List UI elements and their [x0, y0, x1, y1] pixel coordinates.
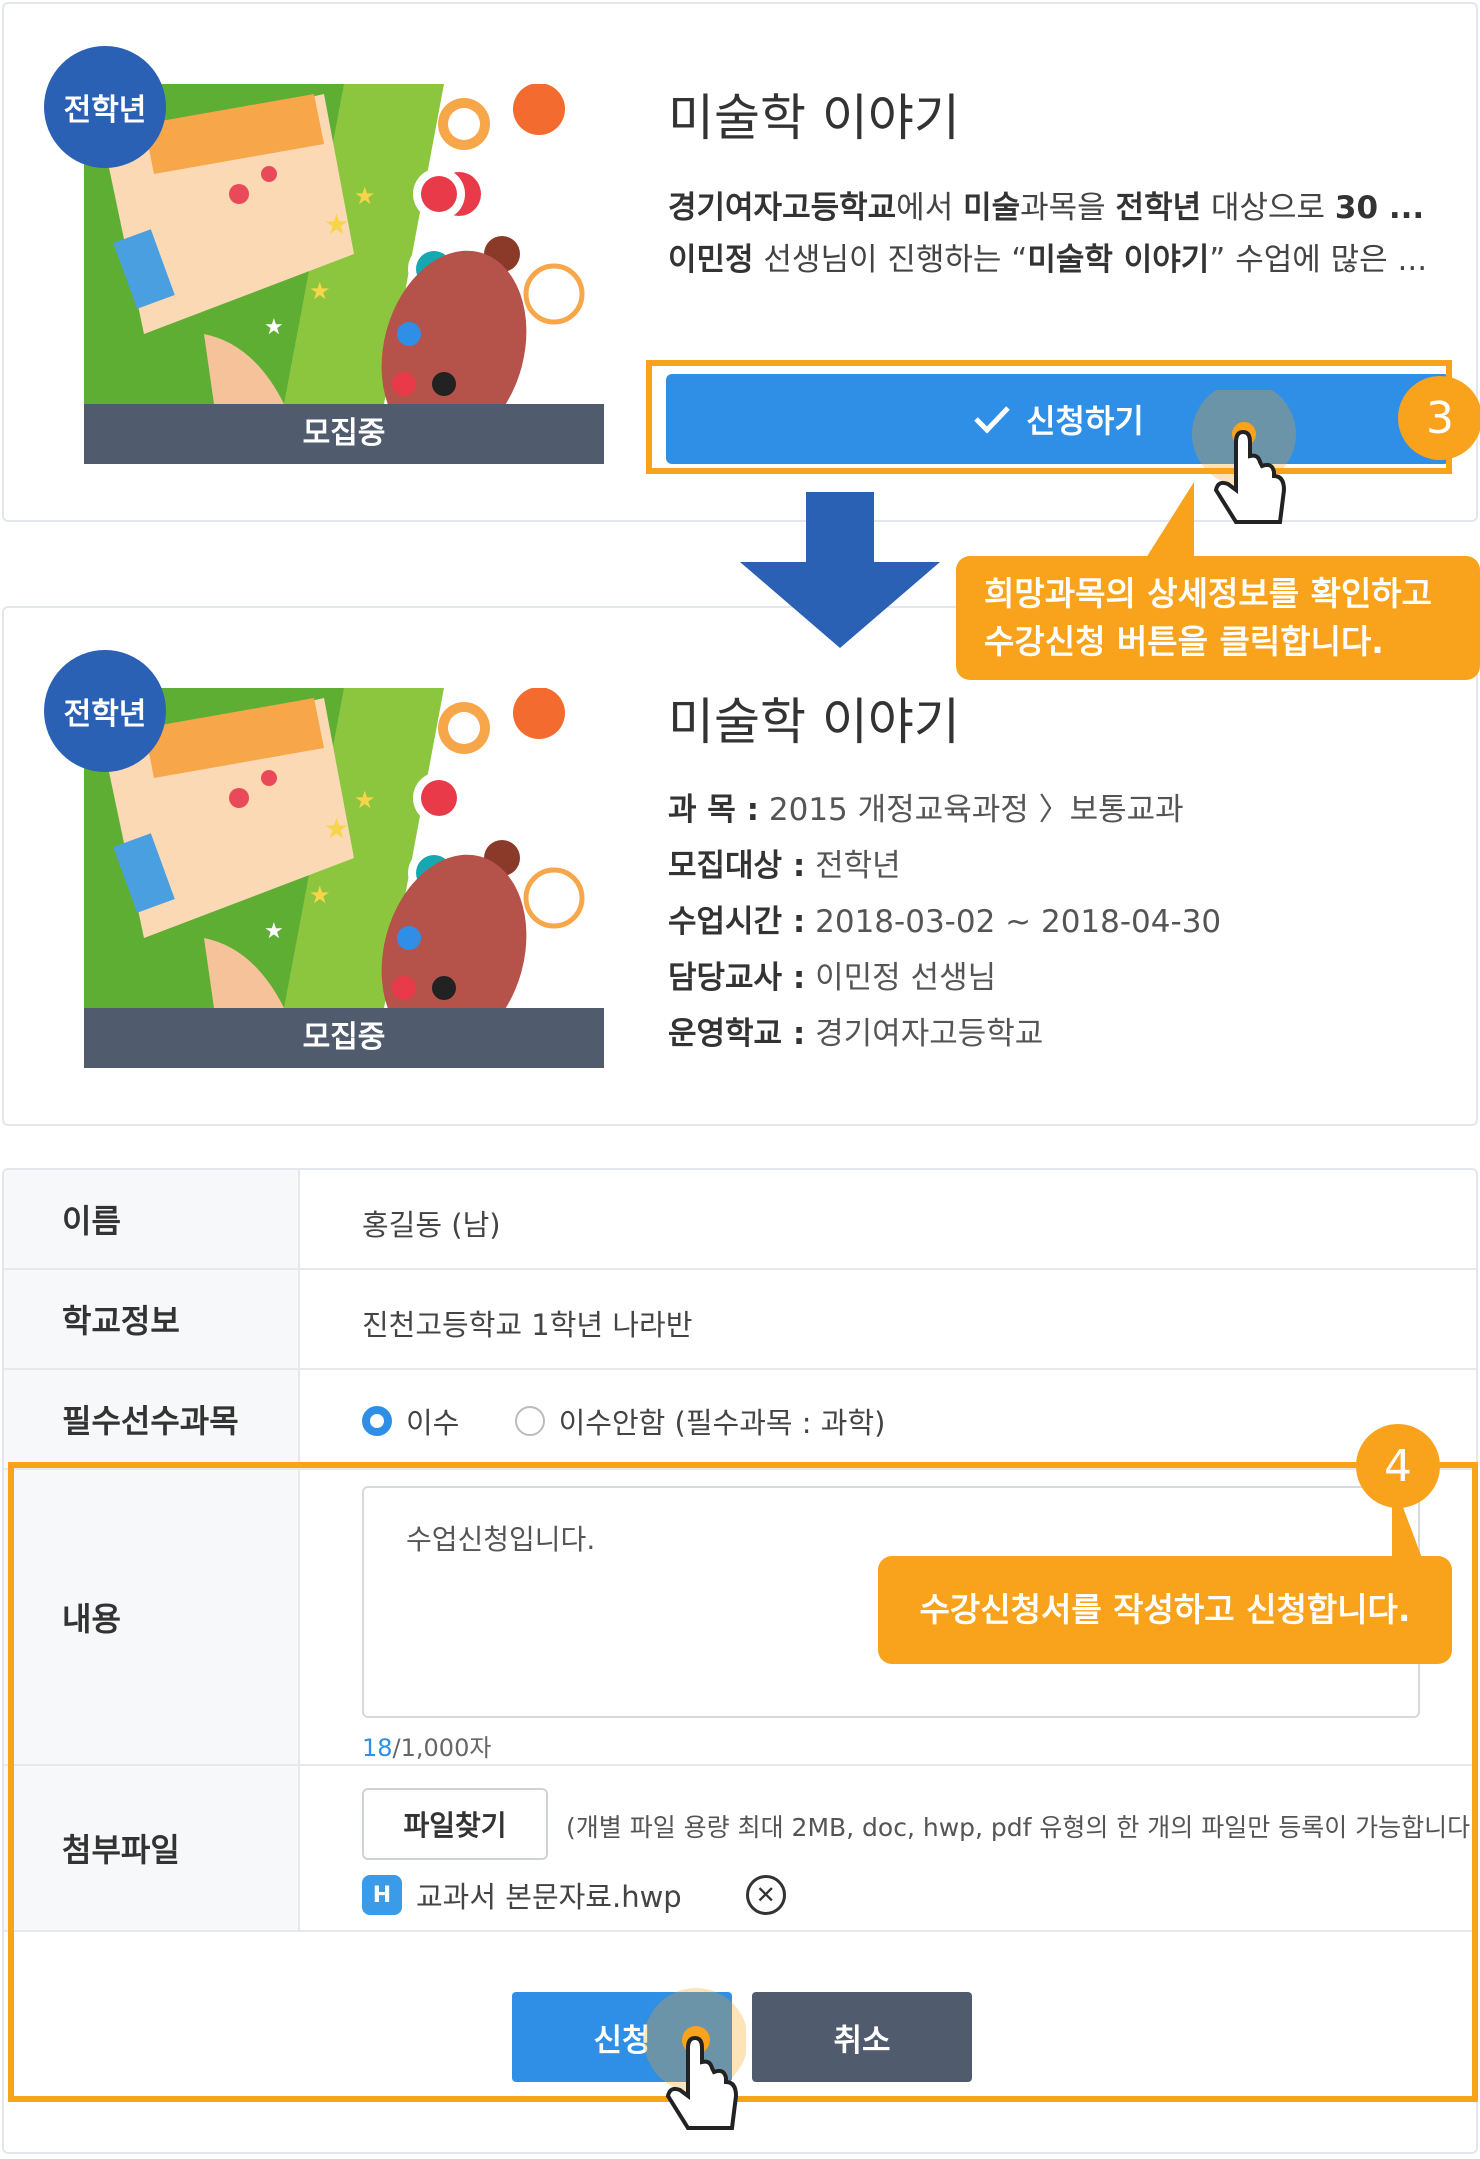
- file-note: (개별 파일 용량 최대 2MB, doc, hwp, pdf 유형의 한 개의…: [566, 1813, 1478, 1842]
- status-label: 모집중: [84, 1008, 604, 1068]
- remove-file-icon[interactable]: ✕: [745, 1875, 786, 1915]
- svg-text:★: ★: [264, 315, 284, 340]
- summary-line-1: 경기여자고등학교에서 미술과목을 전학년 대상으로 30 ...: [668, 190, 1425, 226]
- course-detail-list: 과 목 : 2015 개정교육과정 〉보통교과 모집대상 : 전학년 수업시간 …: [668, 782, 1221, 1062]
- name-label: 이름: [4, 1170, 300, 1268]
- school-label: 학교정보: [4, 1270, 300, 1368]
- prerequisite-label: 필수선수과목: [4, 1370, 300, 1468]
- apply-button[interactable]: 신청하기: [666, 374, 1450, 464]
- detail-row-school: 운영학교 : 경기여자고등학교: [668, 1016, 1044, 1052]
- tooltip-line-1: 희망과목의 상세정보를 확인하고: [984, 574, 1433, 613]
- file-name: 교과서 본문자료.hwp: [416, 1880, 682, 1914]
- hwp-file-icon: H: [362, 1875, 402, 1915]
- form-row-prerequisite: 필수선수과목 이수 이수안함 (필수과목 : 과학): [4, 1370, 1476, 1470]
- svg-text:★: ★: [324, 208, 349, 241]
- course-title[interactable]: 미술학 이야기: [668, 78, 960, 150]
- hand-pointer-icon: [1192, 390, 1296, 524]
- prerequisite-options: 이수 이수안함 (필수과목 : 과학): [362, 1400, 931, 1443]
- radio-completed[interactable]: 이수: [362, 1400, 459, 1442]
- grade-badge: 전학년: [44, 650, 166, 772]
- course-thumbnail[interactable]: ★ ★ ★ ★ 모집중: [84, 84, 604, 464]
- check-icon: [974, 406, 1010, 434]
- course-card-detail: 전학년 ★ ★ ★ ★ 모집중 미술학 이야기 과 목: 2015 개정교육과…: [2, 606, 1478, 1126]
- grade-badge: 전학년: [44, 46, 166, 168]
- cancel-button[interactable]: 취소: [752, 1992, 972, 2082]
- detail-row-subject: 과 목 : 2015 개정교육과정 〉보통교과: [668, 792, 1184, 828]
- detail-row-target: 모집대상 : 전학년: [668, 848, 901, 884]
- char-counter: 18/1,000자: [362, 1734, 492, 1762]
- step-badge-4: 4: [1356, 1424, 1440, 1508]
- hand-pointer-icon: [644, 1988, 746, 2130]
- course-summary: 경기여자고등학교에서 미술과목을 전학년 대상으로 30 ... 이민정 선생님…: [668, 182, 1448, 286]
- radio-checked-icon[interactable]: [362, 1406, 392, 1436]
- form-row-attachment: 첨부파일 파일찾기 (개별 파일 용량 최대 2MB, doc, hwp, pd…: [4, 1766, 1476, 1932]
- tooltip-step-3: 희망과목의 상세정보를 확인하고 수강신청 버튼을 클릭합니다.: [956, 482, 1480, 680]
- detail-row-teacher: 담당교사 : 이민정 선생님: [668, 960, 997, 996]
- file-browse-button[interactable]: 파일찾기: [362, 1788, 548, 1860]
- form-row-name: 이름 홍길동 (남): [4, 1170, 1476, 1270]
- attachment-label: 첨부파일: [4, 1766, 300, 1930]
- status-label: 모집중: [84, 404, 604, 464]
- tooltip-step-4: 수강신청서를 작성하고 신청합니다.: [878, 1478, 1452, 1664]
- apply-button-label: 신청하기: [1026, 403, 1144, 439]
- svg-text:★: ★: [309, 881, 331, 909]
- tooltip-line-2: 수강신청 버튼을 클릭합니다.: [984, 622, 1384, 661]
- svg-text:★: ★: [309, 277, 331, 305]
- name-value: 홍길동 (남): [362, 1208, 501, 1242]
- arrow-down-icon: [740, 492, 940, 648]
- step-badge-3: 3: [1398, 376, 1480, 460]
- course-thumbnail: ★ ★ ★ ★ 모집중: [84, 688, 604, 1068]
- content-label: 내용: [4, 1470, 300, 1764]
- svg-text:★: ★: [354, 182, 376, 210]
- svg-text:★: ★: [354, 786, 376, 814]
- school-value: 진천고등학교 1학년 나라반: [362, 1308, 693, 1342]
- svg-text:★: ★: [264, 919, 284, 944]
- course-title: 미술학 이야기: [668, 693, 960, 751]
- summary-line-2: 이민정 선생님이 진행하는 “미술학 이야기” 수업에 많은 ...: [668, 242, 1428, 278]
- detail-row-schedule: 수업시간 : 2018-03-02 ~ 2018-04-30: [668, 904, 1222, 940]
- radio-not-completed[interactable]: 이수안함 (필수과목 : 과학): [514, 1400, 885, 1442]
- form-row-school: 학교정보 진천고등학교 1학년 나라반: [4, 1270, 1476, 1370]
- svg-text:★: ★: [324, 812, 349, 845]
- radio-unchecked-icon[interactable]: [514, 1406, 545, 1436]
- attached-file: H 교과서 본문자료.hwp ✕: [362, 1874, 786, 1916]
